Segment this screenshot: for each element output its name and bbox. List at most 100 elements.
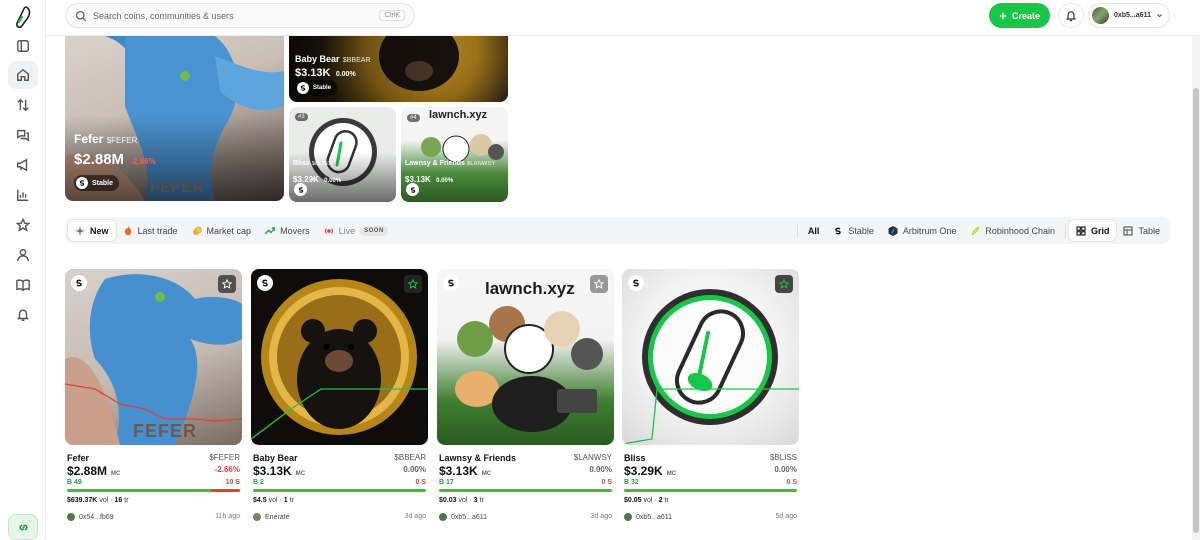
book-icon[interactable] <box>8 271 38 299</box>
account-menu[interactable]: 0xb5...a611 <box>1088 3 1170 28</box>
search-icon <box>75 10 87 21</box>
coin-name: Fefer <box>67 453 90 463</box>
price-change: 0.00% <box>403 465 426 474</box>
home-icon[interactable] <box>8 61 38 89</box>
chain-all[interactable]: All <box>801 220 827 241</box>
chain-arbitrum[interactable]: Arbitrum One <box>881 220 964 241</box>
swap-icon[interactable] <box>8 91 38 119</box>
filter-market-cap[interactable]: Market cap <box>185 220 259 241</box>
account-label: 0xb5...a611 <box>1114 12 1151 19</box>
filter-live[interactable]: Live SOON <box>317 220 395 241</box>
stable-icon <box>406 183 419 196</box>
bell-button[interactable] <box>1058 3 1084 28</box>
star-icon[interactable] <box>8 211 38 239</box>
scrollbar-thumb[interactable] <box>1193 88 1199 533</box>
search-shortcut: CtrlK <box>379 10 405 21</box>
search-box[interactable]: CtrlK <box>65 3 415 28</box>
price-change: 0.00% <box>589 465 612 474</box>
app-logo[interactable] <box>11 5 35 29</box>
buy-count: B 32 <box>624 479 639 486</box>
featured-mc: $3.13K <box>295 67 331 79</box>
view-grid[interactable]: Grid <box>1068 220 1117 241</box>
buy-sell-bar <box>624 489 797 492</box>
search-input[interactable] <box>93 10 353 21</box>
coin-card-fefer[interactable]: FEFER Fefer $FEFER $2.88M MC -2.66% B 49 10 … <box>65 269 242 525</box>
favorite-star-icon[interactable] <box>775 275 793 293</box>
buy-count: B 49 <box>67 479 82 486</box>
market-cap: $3.13K MC <box>439 464 492 478</box>
favorite-star-icon[interactable] <box>590 275 608 293</box>
sparkle-icon <box>75 225 85 236</box>
stable-icon <box>297 82 309 94</box>
coins-icon <box>192 226 202 235</box>
filter-new[interactable]: New <box>68 220 116 241</box>
robinhood-icon <box>972 226 980 235</box>
featured-tile-fefer[interactable]: FEFER Fefer $FEFER $2.88M -2.66% Stable <box>65 36 284 201</box>
fefer-art-text: FEFER <box>150 179 205 196</box>
sell-count: 0 S <box>601 479 612 486</box>
chart-icon[interactable] <box>8 181 38 209</box>
filter-last-trade[interactable]: Last trade <box>116 220 185 241</box>
megaphone-icon[interactable] <box>8 151 38 179</box>
featured-name: Fefer <box>74 132 104 146</box>
profile-icon[interactable] <box>8 241 38 269</box>
buy-sell-bar <box>253 489 426 492</box>
buy-count: B 17 <box>439 479 454 486</box>
coin-card-bliss[interactable]: Bliss $BLISS $3.29K MC 0.00% B 32 0 S $0.05 … <box>622 269 799 525</box>
grid-icon <box>1076 225 1086 236</box>
coin-ticker: $BBEAR <box>394 453 426 462</box>
creator[interactable]: Enerate <box>253 513 290 521</box>
sell-count: 0 S <box>415 479 426 486</box>
chain-stable[interactable]: Stable <box>826 220 881 241</box>
stable-icon <box>257 275 273 291</box>
coin-card-lawnsy[interactable]: lawnch.xyz Lawnsy & Friends $LANWSY $3.13… <box>437 269 614 525</box>
rank-badge: #4 <box>407 114 420 122</box>
featured-change: 0.00% <box>436 178 454 184</box>
favorite-star-icon[interactable] <box>404 275 422 293</box>
price-change: 0.00% <box>774 465 797 474</box>
chat-icon[interactable] <box>8 121 38 149</box>
coin-name: Lawnsy & Friends <box>439 453 517 463</box>
stable-icon <box>443 275 459 291</box>
coin-image <box>251 269 428 445</box>
featured-ticker: $BBEAR <box>342 57 371 64</box>
sell-count: 10 S <box>225 479 240 486</box>
price-change: -2.66% <box>214 465 240 474</box>
market-cap: $3.13K MC <box>253 464 306 478</box>
stable-chip: Stable <box>74 175 120 191</box>
stable-icon <box>76 177 88 189</box>
featured-name: Lawnsy & Friends <box>405 160 465 167</box>
notifications-icon[interactable] <box>8 301 38 329</box>
featured-change: 0.00% <box>324 178 342 184</box>
view-table[interactable]: Table <box>1116 220 1167 241</box>
page-scrollbar[interactable] <box>1192 36 1200 540</box>
favorite-star-icon[interactable] <box>218 275 236 293</box>
created-age: 11h ago <box>215 513 240 520</box>
featured-ticker: $BLISS <box>311 161 333 167</box>
filter-movers[interactable]: Movers <box>258 220 317 241</box>
chain-robinhood[interactable]: Robinhood Chain <box>963 220 1062 241</box>
table-icon <box>1123 225 1134 236</box>
coin-card-baby-bear[interactable]: Baby Bear $BBEAR $3.13K MC 0.00% B 2 0 S $4.… <box>251 269 428 525</box>
top-bar: CtrlK Create 0xb5...a611 <box>46 0 1200 36</box>
market-cap: $3.29K MC <box>624 464 677 478</box>
volume-trades: $0.03 vol · 3 tr <box>439 497 484 504</box>
creator[interactable]: 0xb5...a611 <box>439 513 487 521</box>
featured-tile-bliss[interactable]: #3 Bliss $BLISS $3.29K 0.00% <box>289 107 396 202</box>
creator[interactable]: 0x54...fb69 <box>67 513 114 521</box>
stable-chip: Stable <box>295 80 338 96</box>
featured-tile-baby-bear[interactable]: Baby Bear $BBEAR $3.13K 0.00% Stable <box>289 36 508 102</box>
featured-tile-lawnsy[interactable]: lawnch.xyz #4 Lawnsy & Friends $LANWSY $… <box>401 107 508 202</box>
creator[interactable]: 0xb5...a611 <box>624 513 672 521</box>
sidebar-toggle-icon[interactable] <box>8 32 38 60</box>
avatar <box>1092 7 1109 24</box>
create-button[interactable]: Create <box>989 3 1050 28</box>
stable-icon <box>71 275 87 291</box>
featured-change: -2.66% <box>130 157 156 166</box>
featured-name: Bliss <box>293 160 310 167</box>
broadcast-icon <box>324 227 333 234</box>
link-icon[interactable] <box>8 514 38 540</box>
featured-change: 0.00% <box>335 71 356 78</box>
featured-mc: $2.88M <box>74 151 125 168</box>
plus-icon <box>999 12 1007 19</box>
